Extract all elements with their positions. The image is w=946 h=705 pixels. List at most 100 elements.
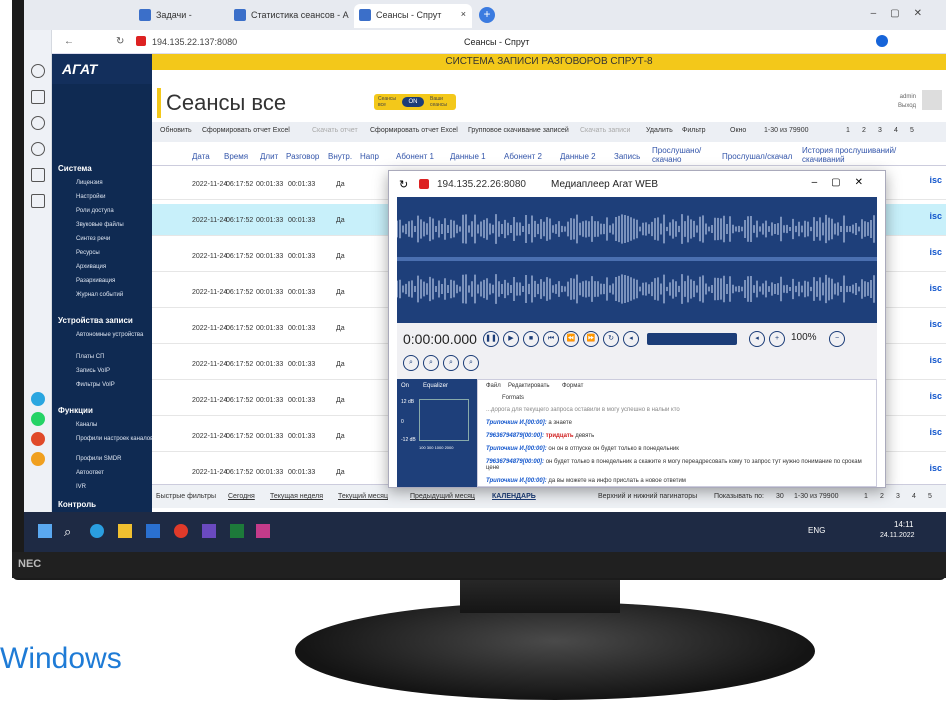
nav-section-control[interactable]: Контроль: [58, 500, 96, 509]
page-link[interactable]: 1: [846, 127, 850, 134]
delete-button[interactable]: Удалить: [646, 127, 673, 134]
avatar[interactable]: [922, 90, 942, 110]
filter-button[interactable]: Фильтр: [682, 127, 706, 134]
nav-section-devices[interactable]: Устройства записи: [58, 316, 133, 325]
menu-format[interactable]: Формат: [562, 383, 583, 389]
waveform-view[interactable]: [396, 197, 877, 323]
nav-section-functions[interactable]: Функции: [58, 406, 93, 415]
nav-item[interactable]: Профили SMDR: [76, 456, 121, 462]
filter-link[interactable]: Текущий месяц: [338, 493, 388, 500]
nav-item[interactable]: Фильтры VoIP: [76, 382, 115, 388]
download-report-button[interactable]: Скачать отчет: [312, 127, 358, 134]
column-header[interactable]: Разговор: [286, 152, 319, 161]
page-link[interactable]: 3: [878, 127, 882, 134]
zoom-in-icon[interactable]: +: [769, 331, 785, 347]
menu-file[interactable]: Файл: [486, 383, 501, 389]
menu-edit[interactable]: Редактировать: [508, 383, 549, 389]
url-field[interactable]: 194.135.22.137:8080: [152, 37, 237, 47]
column-header[interactable]: Внутр.: [328, 152, 352, 161]
clock-time[interactable]: 14:11: [894, 520, 913, 529]
tab-sessions[interactable]: Сеансы - Спрут ×: [354, 4, 472, 28]
window-controls[interactable]: –▢✕: [871, 8, 936, 19]
profile-icon[interactable]: [876, 35, 888, 47]
filter-link[interactable]: Предыдущий месяц: [410, 493, 475, 500]
toggle-switch[interactable]: ON: [402, 97, 424, 107]
column-header[interactable]: Прослушано/скачано: [652, 146, 712, 164]
page-link[interactable]: 2: [862, 127, 866, 134]
row-tag[interactable]: isc: [929, 463, 942, 473]
filter-link[interactable]: Текущая неделя: [270, 493, 323, 500]
column-header[interactable]: Время: [224, 152, 248, 161]
folder-icon[interactable]: [118, 524, 132, 538]
play-icon[interactable]: ▶: [503, 331, 519, 347]
search-icon[interactable]: ⌕: [64, 524, 71, 540]
apps-icon[interactable]: [31, 168, 45, 182]
start-icon[interactable]: [38, 524, 52, 538]
magnify-icon[interactable]: ⌕: [443, 355, 459, 371]
column-header[interactable]: Данные 2: [560, 152, 596, 161]
nav-item[interactable]: Ресурсы: [76, 250, 100, 256]
reload-icon[interactable]: ↻: [116, 36, 124, 47]
column-header[interactable]: Длит: [260, 152, 278, 161]
equalizer-toggle[interactable]: On: [401, 383, 409, 389]
nav-item[interactable]: Автоответ: [76, 470, 104, 476]
paginators-select[interactable]: Верхний и нижний пагинаторы: [598, 493, 697, 500]
magnify-icon[interactable]: ⌕: [463, 355, 479, 371]
page-link[interactable]: 4: [894, 127, 898, 134]
page-link[interactable]: 4: [912, 493, 916, 500]
volume-slider[interactable]: [647, 333, 737, 345]
window-button[interactable]: Окно: [730, 127, 746, 134]
tablet-icon[interactable]: [31, 194, 45, 208]
row-tag[interactable]: isc: [929, 247, 942, 257]
nav-item[interactable]: Архивация: [76, 264, 106, 270]
filter-link[interactable]: Сегодня: [228, 493, 255, 500]
star-icon[interactable]: [31, 90, 45, 104]
nav-item[interactable]: Звуковые файлы: [76, 222, 124, 228]
edge-icon[interactable]: [90, 524, 104, 538]
sessions-toggle[interactable]: Сеансы все ON Ваши сеансы: [374, 94, 456, 110]
row-tag[interactable]: isc: [929, 391, 942, 401]
refresh-button[interactable]: Обновить: [160, 127, 192, 134]
row-tag[interactable]: isc: [929, 355, 942, 365]
language-indicator[interactable]: ENG: [808, 526, 825, 535]
group-download-button[interactable]: Групповое скачивание записей: [468, 127, 569, 134]
nav-item[interactable]: Автономные устройства: [76, 332, 143, 338]
column-header[interactable]: Абонент 1: [396, 152, 434, 161]
stop-icon[interactable]: ■: [523, 331, 539, 347]
column-header[interactable]: История прослушиваний/скачиваний: [802, 146, 912, 164]
eq-sliders[interactable]: [419, 399, 469, 441]
magnify-icon[interactable]: ⌕: [423, 355, 439, 371]
nav-item[interactable]: Платы СП: [76, 354, 104, 360]
app-icon[interactable]: [256, 524, 270, 538]
logout-link[interactable]: Выход: [898, 103, 916, 109]
collections-icon[interactable]: [31, 116, 45, 130]
nav-item[interactable]: Роли доступа: [76, 208, 114, 214]
column-header[interactable]: Данные 1: [450, 152, 486, 161]
nav-item[interactable]: Разархивация: [76, 278, 115, 284]
new-tab-button[interactable]: +: [479, 7, 495, 23]
forward-icon[interactable]: ⏩: [583, 331, 599, 347]
app-icon[interactable]: [202, 524, 216, 538]
window-controls[interactable]: –▢✕: [812, 177, 877, 188]
yandex-icon[interactable]: [174, 524, 188, 538]
page-link[interactable]: 1: [864, 493, 868, 500]
nav-section-system[interactable]: Система: [58, 164, 92, 173]
page-link[interactable]: 5: [928, 493, 932, 500]
reload-icon[interactable]: ↻: [399, 178, 408, 191]
back-icon[interactable]: ←: [64, 36, 74, 47]
nav-item[interactable]: Синтез речи: [76, 236, 110, 242]
calendar-link[interactable]: КАЛЕНДАРЬ: [492, 493, 536, 500]
app-icon[interactable]: [146, 524, 160, 538]
column-header[interactable]: Запись: [614, 152, 640, 161]
skip-start-icon[interactable]: ⏮: [543, 331, 559, 347]
whatsapp-icon[interactable]: [31, 412, 45, 426]
download-records-button[interactable]: Скачать записи: [580, 127, 630, 134]
zoom-out-icon[interactable]: −: [829, 331, 845, 347]
loop-icon[interactable]: ↻: [603, 331, 619, 347]
column-header[interactable]: Напр: [360, 152, 379, 161]
tab-statistics[interactable]: Статистика сеансов - Агат: [229, 4, 349, 28]
rewind-icon[interactable]: ⏪: [563, 331, 579, 347]
telegram-icon[interactable]: [31, 392, 45, 406]
tab-tasks[interactable]: Задачи -: [134, 4, 226, 28]
magnify-icon[interactable]: ⌕: [403, 355, 419, 371]
